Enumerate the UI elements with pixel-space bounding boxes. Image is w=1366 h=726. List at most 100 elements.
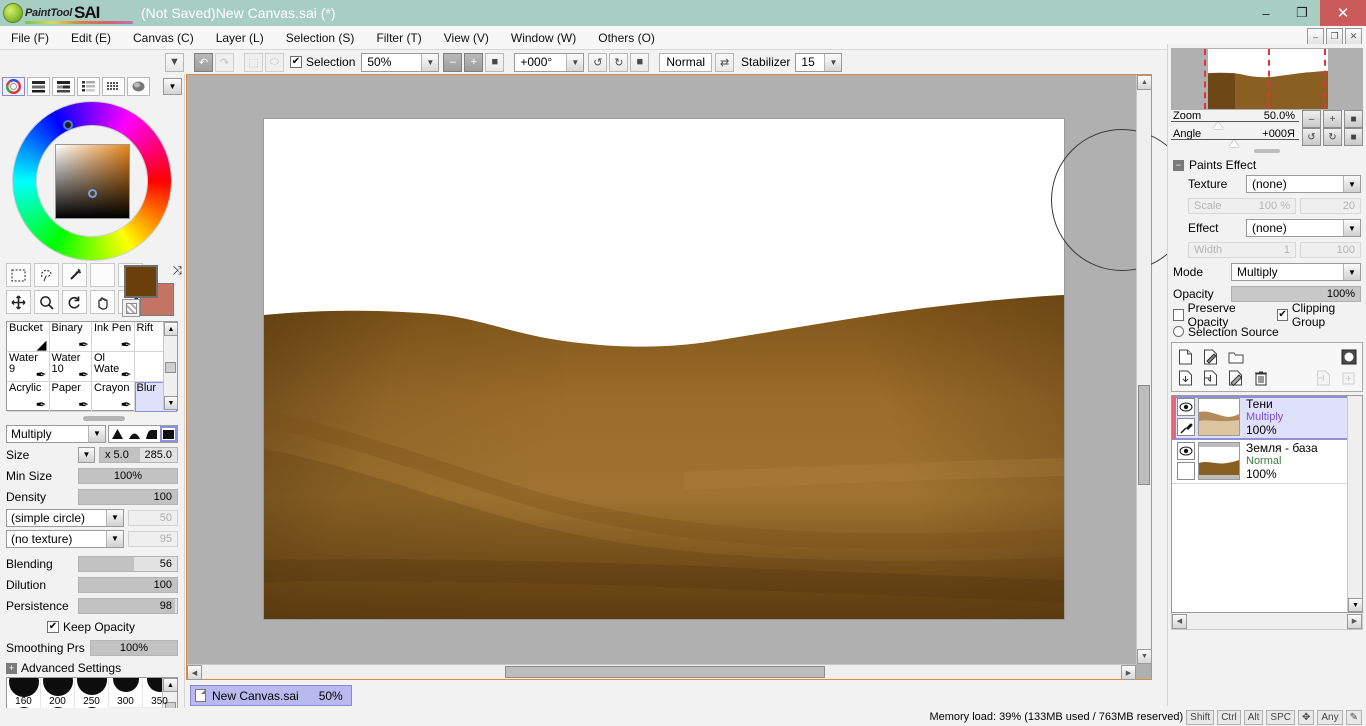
- new-folder-button[interactable]: [1226, 347, 1245, 366]
- min-size-slider[interactable]: 100%: [78, 467, 178, 484]
- mdi-close-button[interactable]: ✕: [1345, 28, 1362, 45]
- layer-clipping-icon[interactable]: [1177, 462, 1195, 480]
- merge-group-button[interactable]: [1314, 368, 1333, 387]
- zoom-reset-button[interactable]: ■: [485, 52, 505, 72]
- zoom-out-button[interactable]: –: [443, 52, 463, 72]
- navigator-rotate-cw-button[interactable]: ↻: [1323, 128, 1342, 146]
- toolbar-options-dropdown[interactable]: ▼: [165, 52, 184, 72]
- brush-texture-amount-slider[interactable]: 95: [128, 530, 178, 547]
- size-presets-scroll-up[interactable]: ▲: [163, 678, 177, 692]
- delete-layer-button[interactable]: [1251, 368, 1270, 387]
- layer-mask-button[interactable]: [1339, 347, 1358, 366]
- effect-combo[interactable]: (none) ▼: [1246, 219, 1361, 237]
- mdi-minimize-button[interactable]: –: [1307, 28, 1324, 45]
- empty-tool-slot-1[interactable]: [90, 263, 115, 287]
- canvas-scroll-up-button[interactable]: ▲: [1137, 75, 1152, 90]
- canvas-scroll-right-button[interactable]: ▶: [1121, 665, 1136, 680]
- size-mode-button[interactable]: ▼: [78, 446, 95, 463]
- color-wheel-icon[interactable]: [2, 77, 25, 96]
- advanced-settings-toggle[interactable]: + Advanced Settings: [0, 659, 184, 677]
- navigator-zoom-out-button[interactable]: –: [1302, 110, 1321, 128]
- density-slider[interactable]: 100: [78, 488, 178, 505]
- angle-combo[interactable]: +000° ▼: [514, 52, 585, 72]
- rotate-tool[interactable]: [62, 290, 87, 314]
- edge-flat-icon[interactable]: [143, 426, 160, 442]
- new-layer-button[interactable]: [1176, 347, 1195, 366]
- zoom-combo[interactable]: 50% ▼: [361, 52, 440, 72]
- magic-wand-tool[interactable]: [62, 263, 87, 287]
- hand-tool[interactable]: [90, 290, 115, 314]
- zoom-tool[interactable]: [34, 290, 59, 314]
- angle-slider-knob[interactable]: [1229, 140, 1239, 147]
- transparency-swatch[interactable]: [122, 299, 140, 317]
- canvas-area[interactable]: ▲ ▼ ◀ ▶: [186, 74, 1193, 680]
- brush-water-9[interactable]: Water 9 ✒: [7, 352, 50, 382]
- brush-hscroll-thumb[interactable]: [83, 416, 126, 421]
- edge-sharp-icon[interactable]: [109, 426, 126, 442]
- dilution-slider[interactable]: 100: [78, 576, 178, 593]
- layer-visibility-icon[interactable]: [1177, 442, 1195, 460]
- layer-list[interactable]: Тени Multiply 100% Земля - база Normal 1…: [1171, 395, 1363, 613]
- selection-shape-button[interactable]: ⬭: [265, 52, 284, 72]
- clipping-group-checkbox[interactable]: ✔: [1277, 308, 1288, 321]
- brush-acrylic[interactable]: Acrylic ✒: [7, 382, 50, 412]
- deselect-button[interactable]: ⬚: [244, 52, 263, 72]
- rotate-cw-button[interactable]: ↻: [609, 52, 629, 72]
- saturation-value-square[interactable]: [55, 144, 130, 219]
- layer-visibility-icon[interactable]: [1177, 398, 1195, 416]
- layer-row-shadows[interactable]: Тени Multiply 100%: [1172, 396, 1362, 440]
- rotate-ccw-button[interactable]: ↺: [588, 52, 608, 72]
- brush-list-scrollbar[interactable]: ▲ ▼: [163, 322, 178, 410]
- menu-filter[interactable]: Filter (T): [365, 28, 432, 48]
- brush-list-hscrollbar[interactable]: [6, 414, 178, 422]
- new-linework-layer-button[interactable]: [1201, 347, 1220, 366]
- size-preset-300[interactable]: 300: [109, 678, 143, 707]
- rgb-slider-icon[interactable]: [27, 77, 50, 96]
- menu-window[interactable]: Window (W): [500, 28, 587, 48]
- layer-list-scroll-down[interactable]: ▼: [1348, 598, 1363, 612]
- size-preset-250[interactable]: 250: [75, 678, 109, 707]
- color-panel-options-button[interactable]: ▼: [163, 78, 182, 95]
- clear-layer-button[interactable]: [1226, 368, 1245, 387]
- menu-view[interactable]: View (V): [433, 28, 500, 48]
- layer-mode-combo[interactable]: Multiply ▼: [1231, 263, 1361, 281]
- edge-round-icon[interactable]: [126, 426, 143, 442]
- close-button[interactable]: ✕: [1320, 0, 1366, 26]
- canvas-vertical-scrollbar[interactable]: ▲ ▼: [1136, 75, 1152, 664]
- stabilizer-combo[interactable]: 15 ▼: [795, 52, 843, 72]
- brush-shape-combo[interactable]: (simple circle) ▼: [6, 508, 124, 527]
- canvas-hscroll-thumb[interactable]: [505, 666, 825, 678]
- zoom-slider[interactable]: Zoom 50.0%: [1171, 110, 1299, 129]
- flip-horizontal-icon[interactable]: ⇄: [715, 52, 735, 72]
- brush-crayon[interactable]: Crayon ✒: [92, 382, 135, 412]
- restore-button[interactable]: ❐: [1284, 0, 1320, 26]
- brush-binary[interactable]: Binary ✒: [49, 322, 92, 352]
- size-slider[interactable]: x 5.0 285.0: [99, 446, 178, 463]
- texture-combo[interactable]: (none) ▼: [1246, 175, 1361, 193]
- color-list-icon[interactable]: [77, 77, 100, 96]
- preserve-opacity-checkbox[interactable]: [1173, 308, 1184, 321]
- angle-slider[interactable]: Angle +000Я: [1171, 128, 1299, 147]
- scale-slider[interactable]: Scale 100 %: [1188, 198, 1296, 214]
- navigator-rotate-reset-button[interactable]: ■: [1344, 128, 1363, 146]
- persistence-slider[interactable]: 98: [78, 597, 178, 614]
- hsv-slider-icon[interactable]: [52, 77, 75, 96]
- canvas-scroll-down-button[interactable]: ▼: [1137, 649, 1152, 664]
- lasso-tool[interactable]: [34, 263, 59, 287]
- rotate-reset-button[interactable]: ■: [630, 52, 650, 72]
- saturation-value-marker[interactable]: [88, 189, 97, 198]
- brush-scroll-up-button[interactable]: ▲: [164, 322, 178, 336]
- brush-bucket[interactable]: Bucket ◢: [7, 322, 50, 352]
- layer-list-scrollbar[interactable]: ▼: [1347, 396, 1363, 612]
- layer-list-hscrollbar[interactable]: ◀ ▶: [1171, 613, 1363, 630]
- mdi-restore-button[interactable]: ❐: [1326, 28, 1343, 45]
- width-slider[interactable]: Width 1: [1188, 242, 1296, 258]
- color-wheel[interactable]: [12, 101, 172, 261]
- blending-slider[interactable]: 56: [78, 555, 178, 572]
- add-mask-button[interactable]: [1339, 368, 1358, 387]
- layer-list-scroll-right[interactable]: ▶: [1347, 613, 1362, 629]
- brush-shape-amount-slider[interactable]: 50: [128, 509, 178, 526]
- keep-opacity-checkbox[interactable]: ✔ Keep Opacity: [46, 620, 135, 634]
- paints-effect-header[interactable]: − Paints Effect: [1168, 156, 1366, 174]
- brush-ink-pen[interactable]: Ink Pen ✒: [92, 322, 135, 352]
